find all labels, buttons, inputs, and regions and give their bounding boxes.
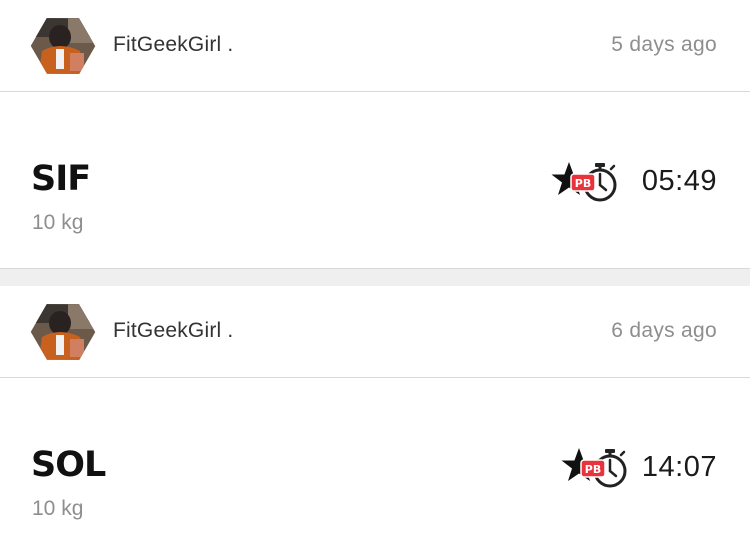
workout-name: SIF: [31, 159, 91, 199]
workout-time: 05:49: [641, 165, 717, 197]
entry-header: FitGeekGirl . 5 days ago: [0, 0, 750, 92]
entry-body[interactable]: SOL 10 kg PB 14:07: [0, 378, 750, 550]
feed-entry[interactable]: FitGeekGirl . 6 days ago SOL 10 kg PB 14…: [0, 286, 750, 550]
pb-stopwatch-badge: PB: [561, 448, 627, 488]
activity-feed: FitGeekGirl . 5 days ago SIF 10 kg PB 05…: [0, 0, 750, 550]
feed-separator: [0, 268, 750, 286]
pb-badge: PB: [580, 459, 606, 478]
workout-name: SOL: [31, 445, 106, 485]
entry-body[interactable]: SIF 10 kg PB 05:49: [0, 92, 750, 268]
avatar[interactable]: [30, 299, 96, 365]
username[interactable]: FitGeekGirl .: [113, 33, 233, 57]
workout-load: 10 kg: [32, 211, 84, 234]
pb-badge: PB: [570, 173, 596, 192]
pb-stopwatch-badge: PB: [551, 162, 617, 202]
workout-load: 10 kg: [32, 497, 84, 520]
timestamp: 5 days ago: [611, 33, 717, 56]
entry-header: FitGeekGirl . 6 days ago: [0, 286, 750, 378]
workout-time: 14:07: [641, 451, 717, 483]
pb-label: PB: [575, 177, 591, 190]
pb-label: PB: [585, 463, 601, 476]
avatar[interactable]: [30, 13, 96, 79]
feed-entry[interactable]: FitGeekGirl . 5 days ago SIF 10 kg PB 05…: [0, 0, 750, 268]
timestamp: 6 days ago: [611, 319, 717, 342]
username[interactable]: FitGeekGirl .: [113, 319, 233, 343]
